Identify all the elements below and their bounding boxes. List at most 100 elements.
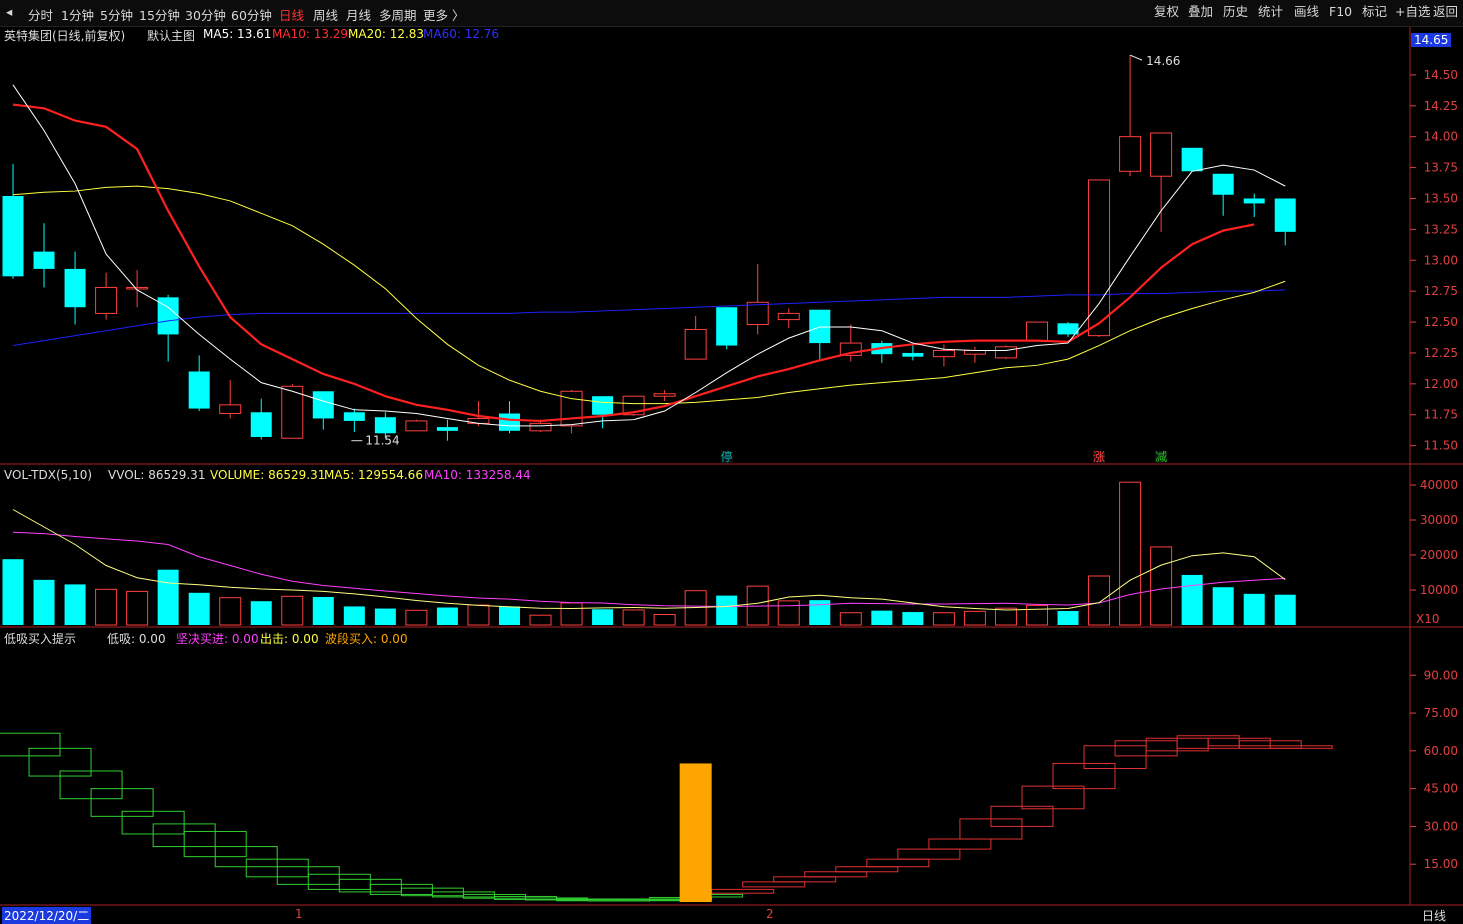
volume-bar	[281, 595, 304, 626]
ind-tick-label: 60.00	[1424, 744, 1458, 758]
candle-body	[64, 268, 86, 308]
candle-body	[2, 196, 24, 277]
ma20-legend: MA20: 12.83	[348, 27, 425, 41]
stock-title: 英特集团(日线,前复权)	[4, 29, 126, 43]
volume-bar	[33, 579, 55, 625]
candle-body	[932, 349, 955, 358]
ind-tick-label: 45.00	[1424, 782, 1458, 796]
indicator-box	[773, 876, 837, 883]
candle-body	[1181, 147, 1203, 172]
volume-bar	[1025, 604, 1048, 626]
indicator-box	[835, 866, 899, 873]
month-2-label: 2	[766, 907, 774, 921]
volume-bar	[64, 584, 86, 625]
volume-bar	[2, 559, 24, 625]
vol-tick-label: 40000	[1420, 478, 1458, 492]
candle-body	[1025, 321, 1048, 342]
volume-bar	[963, 610, 986, 626]
price-tick-label: 12.50	[1424, 315, 1458, 329]
volume-bar	[374, 608, 396, 625]
ind-tick-label: 75.00	[1424, 706, 1458, 720]
volume-bar	[1119, 481, 1142, 626]
main-indicator-name[interactable]: 默认主图	[147, 27, 195, 44]
candle-body	[312, 391, 334, 419]
volume-bar	[1181, 574, 1203, 625]
indicator-box	[0, 732, 61, 757]
boduan-legend: 波段买入: 0.00	[325, 632, 408, 646]
candle-body	[684, 328, 707, 360]
volume-bar	[653, 614, 676, 626]
volume-bar	[871, 610, 893, 625]
volume-bar	[1057, 611, 1079, 625]
vol-title[interactable]: VOL-TDX(5,10)	[4, 468, 92, 482]
candle-body	[716, 307, 738, 346]
price-tick-label: 12.00	[1424, 377, 1458, 391]
volume-bar	[994, 607, 1017, 626]
indicator-box	[928, 838, 992, 850]
price-tick-label: 12.75	[1424, 284, 1458, 298]
indicator-box	[897, 848, 961, 860]
candle-body	[343, 412, 365, 421]
candle-body	[405, 420, 428, 432]
month-1-label: 1	[295, 907, 303, 921]
ind-tick-label: 15.00	[1424, 857, 1458, 871]
candle-body	[902, 352, 924, 357]
vol-tick-label: 10000	[1420, 583, 1458, 597]
high-marker-label: 14.66	[1146, 54, 1180, 68]
volume-bar	[312, 597, 334, 625]
candle-body	[1057, 323, 1079, 335]
volume-bar	[716, 595, 738, 625]
volume-bar	[777, 600, 800, 626]
event-marker-2: 减	[1155, 450, 1167, 464]
vol-unit: X10	[1416, 612, 1440, 626]
candle-body	[436, 427, 458, 431]
candle-body	[250, 412, 272, 437]
candle-body	[1212, 173, 1234, 195]
vol-ma5-legend: MA5: 129554.66	[324, 468, 423, 482]
volume-bar	[498, 606, 520, 625]
ma10-legend: MA10: 13.29	[272, 27, 349, 41]
volume-legend: VOLUME: 86529.31	[210, 468, 326, 482]
volume-bar	[95, 588, 118, 626]
indicator-box	[742, 881, 806, 888]
candle-body	[1243, 198, 1265, 204]
date-axis: 2022/12/20/二 1 2 日线	[0, 905, 1463, 924]
vol-tick-label: 30000	[1420, 513, 1458, 527]
volume-bar	[219, 597, 242, 626]
price-tick-label: 12.25	[1424, 346, 1458, 360]
dixi-legend: 低吸: 0.00	[107, 632, 166, 646]
volume-bar	[1212, 587, 1234, 625]
volume-bar	[467, 604, 490, 626]
price-tick-label: 11.75	[1424, 408, 1458, 422]
volume-bar	[250, 601, 272, 625]
candle-body	[963, 349, 986, 355]
candle-body	[529, 422, 552, 432]
price-tick-label: 14.25	[1424, 99, 1458, 113]
volume-bar	[560, 602, 583, 626]
vol-ma10-legend: MA10: 133258.44	[424, 468, 531, 482]
price-tick-label: 13.25	[1424, 222, 1458, 236]
volume-bar	[157, 569, 179, 625]
period-label[interactable]: 日线	[1422, 907, 1446, 924]
indicator-title[interactable]: 低吸买入提示	[4, 630, 76, 647]
price-tick-label: 13.50	[1424, 191, 1458, 205]
volume-bar	[622, 609, 645, 626]
candle-body	[777, 312, 800, 321]
volume-bar	[405, 609, 428, 626]
price-tick-label: 13.75	[1424, 161, 1458, 175]
kline-chart: 11.50 11.75 12.00 12.25 12.50 12.75 13.00 13.25…	[0, 27, 1463, 906]
buy-signal-bar	[679, 763, 712, 902]
candle-body	[188, 371, 210, 409]
ma60-legend: MA60: 12.76	[423, 27, 500, 41]
vol-tick-label: 20000	[1420, 548, 1458, 562]
candle-body	[592, 396, 614, 415]
ma5-legend: MA5: 13.61	[203, 27, 272, 41]
indicator-box	[866, 858, 930, 868]
current-price-tag: 14.65	[1411, 33, 1452, 47]
volume-bar	[188, 592, 210, 625]
volume-bar	[126, 590, 149, 626]
price-tick-label: 14.50	[1424, 68, 1458, 82]
candle-body	[809, 309, 831, 344]
volume-bar	[1274, 594, 1296, 625]
event-marker-1: 涨	[1093, 449, 1105, 464]
